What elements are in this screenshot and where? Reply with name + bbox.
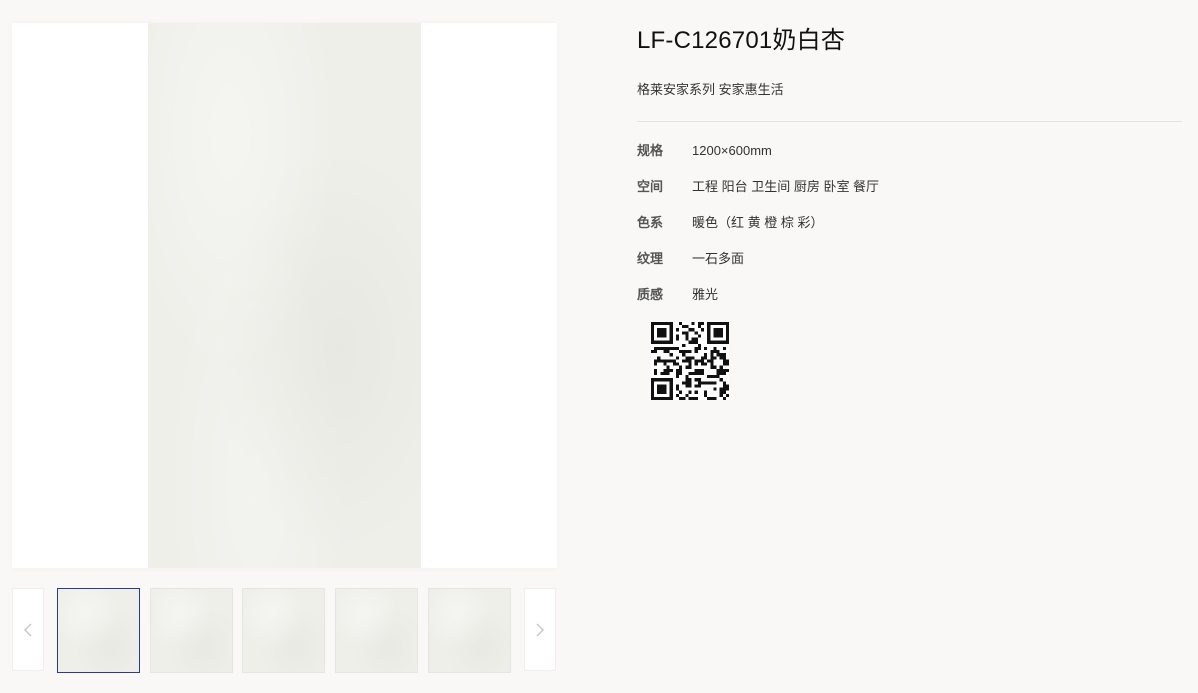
product-detail-page: LF-C126701奶白杏 格莱安家系列 安家惠生活 规格 1200×600mm… [0,0,1198,693]
product-info-panel: LF-C126701奶白杏 格莱安家系列 安家惠生活 规格 1200×600mm… [637,25,1182,400]
spec-row-space: 空间 工程 阳台 卫生间 厨房 卧室 餐厅 [637,178,1182,214]
spec-label: 空间 [637,179,664,194]
chevron-right-icon [536,622,545,637]
product-subtitle: 格莱安家系列 安家惠生活 [637,82,784,97]
spec-value: 雅光 [692,287,719,302]
spec-value: 暖色（红 黄 橙 棕 彩） [692,215,824,230]
chevron-left-icon [23,622,32,637]
spec-value: 工程 阳台 卫生间 厨房 卧室 餐厅 [692,179,880,194]
thumbnail-next-button[interactable] [524,588,556,671]
spec-list: 规格 1200×600mm 空间 工程 阳台 卫生间 厨房 卧室 餐厅 色系 暖… [637,142,1182,322]
spec-label: 规格 [637,143,664,158]
spec-row-finish: 质感 雅光 [637,286,1182,322]
divider [637,121,1182,122]
thumbnail-prev-button[interactable] [12,588,44,671]
spec-value: 1200×600mm [692,143,772,158]
spec-value: 一石多面 [692,251,745,266]
thumbnail-4[interactable] [335,588,418,673]
spec-label: 纹理 [637,251,664,266]
thumbnail-5[interactable] [428,588,511,673]
thumbnail-2[interactable] [150,588,233,673]
spec-row-color: 色系 暖色（红 黄 橙 棕 彩） [637,214,1182,250]
spec-label: 质感 [637,287,664,302]
thumbnail-3[interactable] [242,588,325,673]
spec-row-size: 规格 1200×600mm [637,142,1182,178]
thumbnail-strip [12,588,557,673]
qr-code-icon [651,322,729,400]
tile-preview [148,23,421,568]
spec-label: 色系 [637,215,664,230]
main-product-image [12,23,557,568]
product-title: LF-C126701奶白杏 [637,27,846,54]
thumbnail-1[interactable] [57,588,140,673]
spec-row-texture: 纹理 一石多面 [637,250,1182,286]
